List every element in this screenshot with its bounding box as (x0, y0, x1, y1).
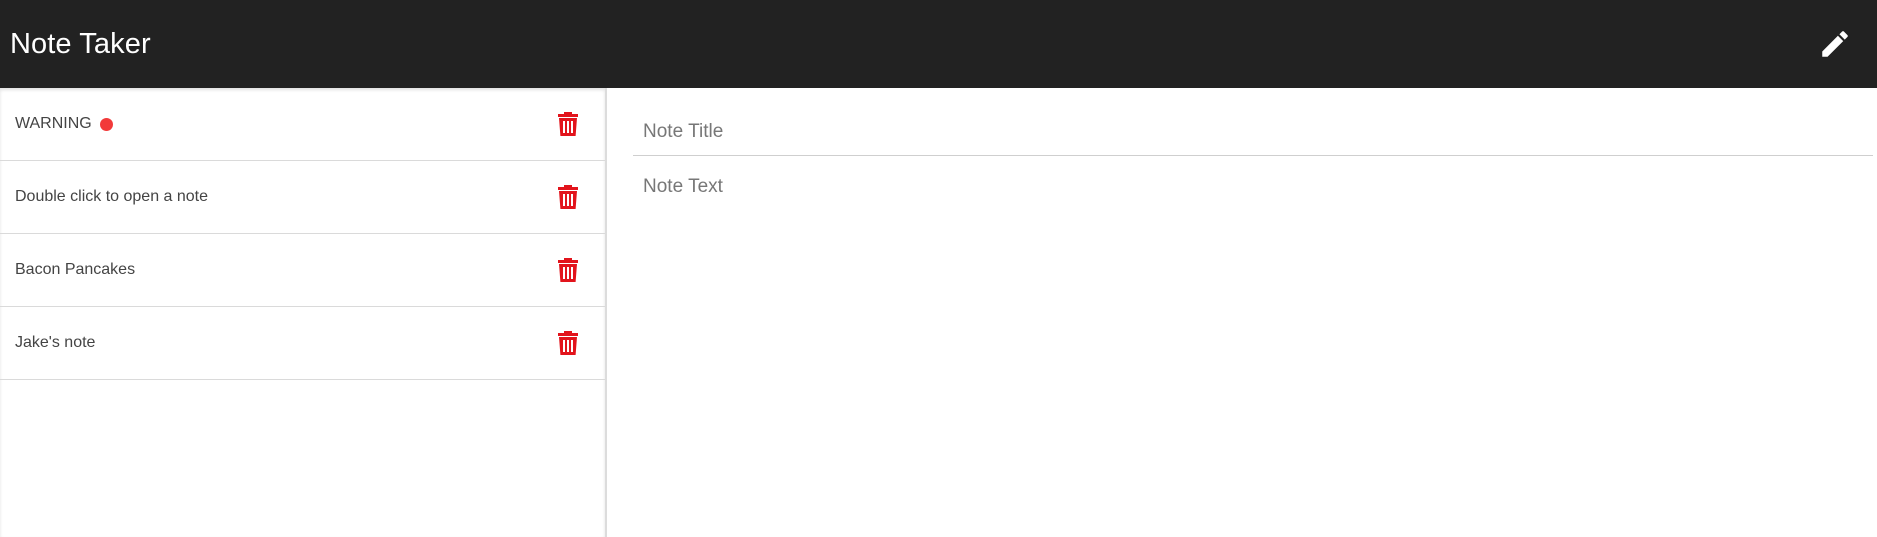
note-taker-app: Note Taker WARNING Double click to open … (0, 0, 1877, 537)
delete-note-button[interactable] (555, 257, 581, 283)
trash-icon (558, 331, 578, 355)
note-list: WARNING Double click to open a note Baco… (0, 88, 605, 380)
note-title-input[interactable] (633, 108, 1873, 156)
note-list-item-double-click[interactable]: Double click to open a note (0, 161, 605, 234)
note-list-item-jakes-note[interactable]: Jake's note (0, 307, 605, 380)
note-list-item-bacon-pancakes[interactable]: Bacon Pancakes (0, 234, 605, 307)
note-title: WARNING (15, 115, 92, 132)
new-note-button[interactable] (1815, 24, 1855, 64)
note-title: Double click to open a note (15, 188, 209, 205)
delete-note-button[interactable] (555, 330, 581, 356)
note-item-left: Jake's note (15, 334, 95, 352)
navbar: Note Taker (0, 0, 1877, 88)
pencil-icon (1822, 31, 1848, 57)
note-editor (607, 88, 1877, 537)
note-list-item-warning[interactable]: WARNING (0, 88, 605, 161)
note-item-left: Bacon Pancakes (15, 261, 135, 279)
note-item-left: WARNING (15, 115, 113, 133)
trash-icon (558, 112, 578, 136)
note-list-panel: WARNING Double click to open a note Baco… (0, 88, 607, 537)
trash-icon (558, 258, 578, 282)
delete-note-button[interactable] (555, 184, 581, 210)
note-title: Jake's note (15, 334, 96, 351)
note-title: Bacon Pancakes (15, 261, 136, 278)
note-item-left: Double click to open a note (15, 188, 208, 206)
app-title: Note Taker (10, 27, 151, 60)
delete-note-button[interactable] (555, 111, 581, 137)
trash-icon (558, 185, 578, 209)
warning-status-dot (99, 117, 113, 131)
note-text-input[interactable] (642, 176, 1873, 476)
main-content: WARNING Double click to open a note Baco… (0, 88, 1877, 537)
